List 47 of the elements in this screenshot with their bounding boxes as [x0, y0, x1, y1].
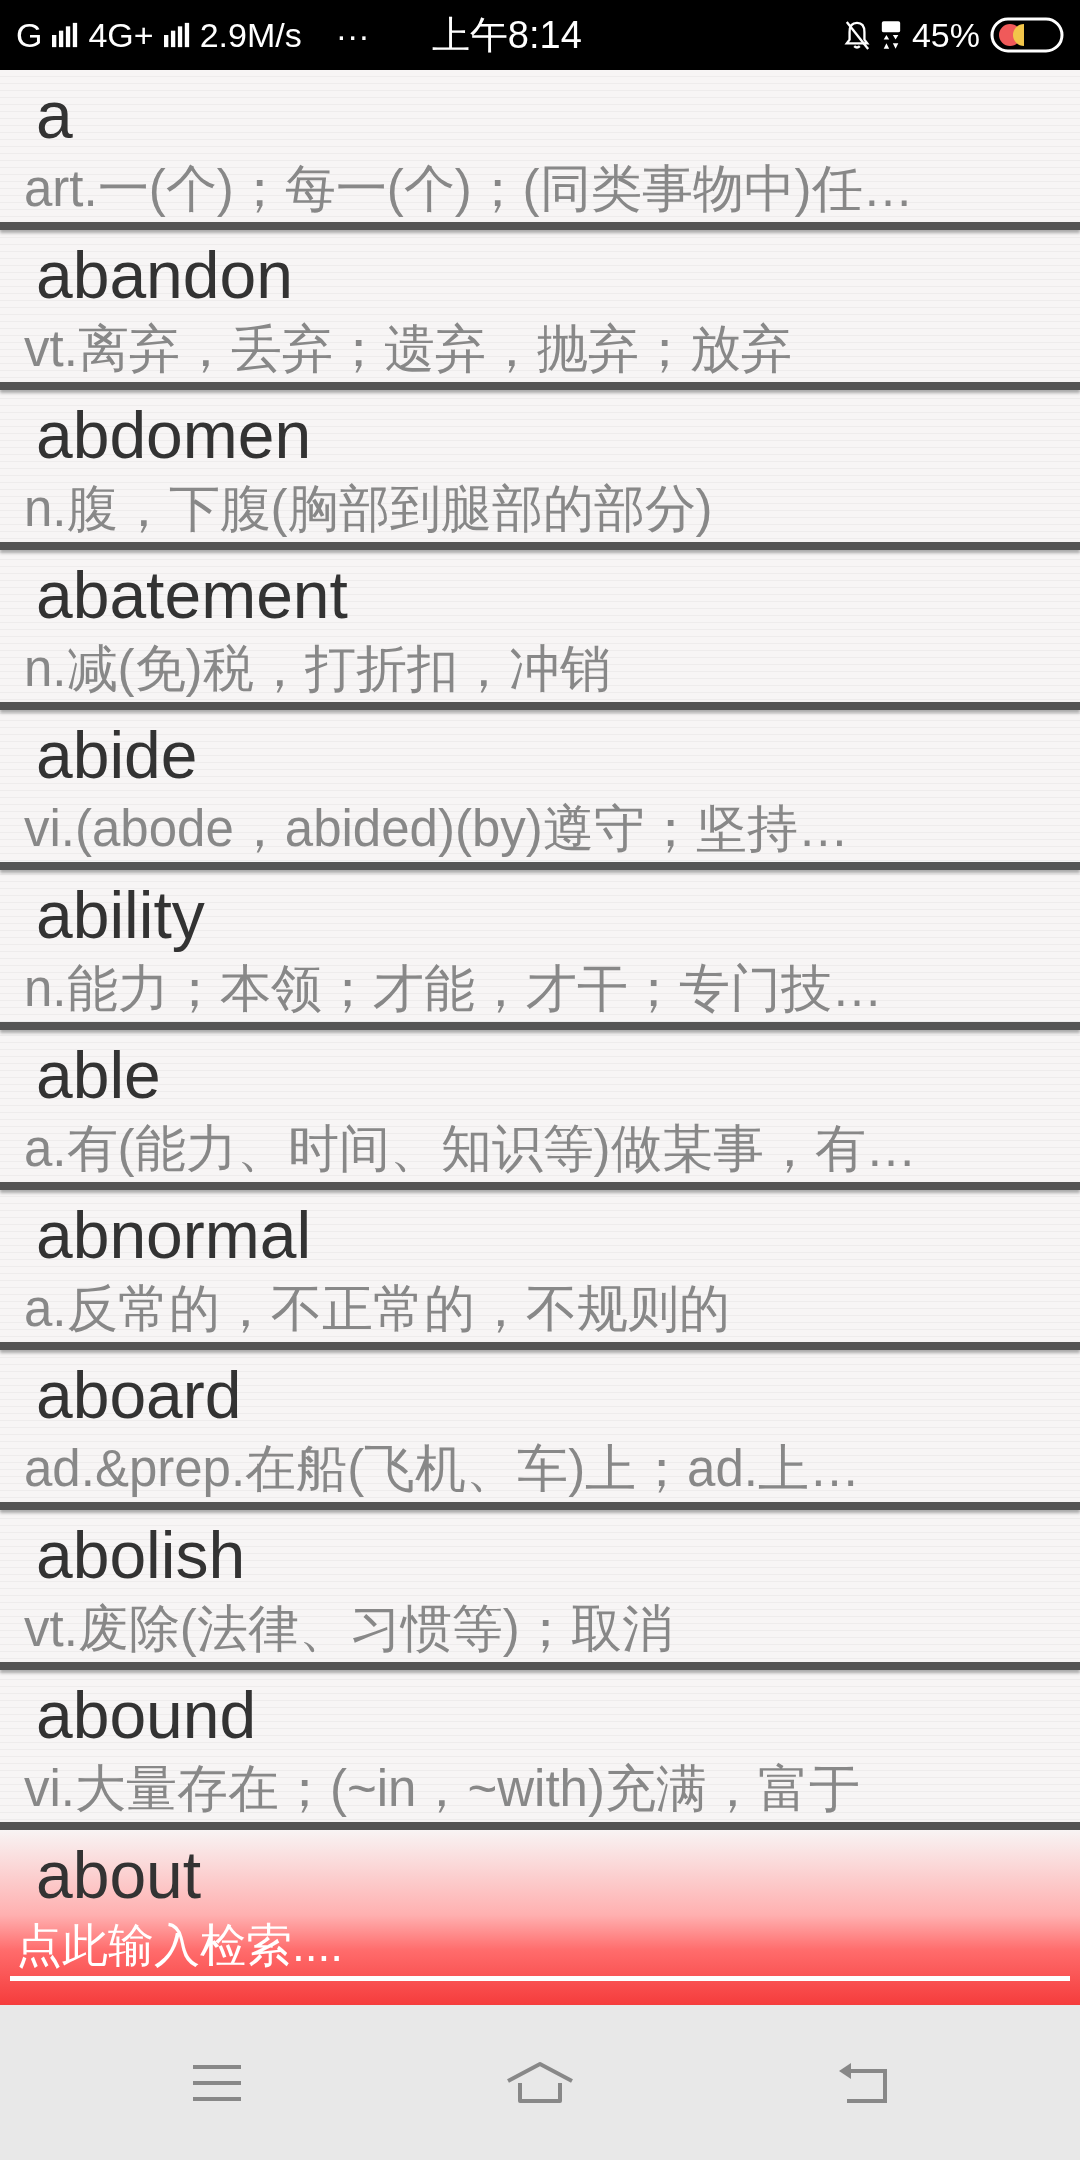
definition-text: vt.废除(法律、习惯等)；取消 [23, 1599, 674, 1659]
definition-text: vt.离弃，丢弃；遗弃，抛弃；放弃 [23, 319, 793, 379]
word-row[interactable]: able a.有(能力、时间、知识等)做某事，有… [0, 1030, 1080, 1190]
signal-icon [163, 22, 190, 48]
battery-icon [990, 17, 1064, 53]
bell-off-icon [843, 19, 870, 51]
data-arrows-icon [879, 19, 902, 51]
network-type: 4G+ [88, 15, 154, 55]
word-text: ability [35, 877, 206, 954]
word-row[interactable]: abatement n.减(免)税，打折扣，冲销 [0, 550, 1080, 710]
word-row[interactable]: abnormal a.反常的，不正常的，不规则的 [0, 1190, 1080, 1350]
word-text: abandon [35, 237, 294, 314]
word-text: abound [35, 1677, 258, 1754]
word-row[interactable]: aboard ad.&prep.在船(飞机、车)上；ad.上… [0, 1350, 1080, 1510]
back-icon[interactable] [837, 2060, 889, 2105]
word-row[interactable]: ability n.能力；本领；才能，才干；专门技… [0, 870, 1080, 1030]
definition-text: art.一(个)；每一(个)；(同类事物中)任… [23, 159, 915, 219]
word-row[interactable]: abide vi.(abode，abided)(by)遵守；坚持… [0, 710, 1080, 870]
clock: 上午8:14 [431, 12, 582, 58]
battery-level: 45% [911, 15, 980, 55]
definition-text: ad.&prep.在船(飞机、车)上；ad.上… [23, 1439, 862, 1499]
definition-text: a.有(能力、时间、知识等)做某事，有… [23, 1119, 918, 1179]
word-text: a [35, 77, 74, 154]
word-text: aboard [35, 1357, 243, 1434]
definition-text: n.能力；本领；才能，才干；专门技… [23, 959, 884, 1019]
definition-text: n.减(免)税，打折扣，冲销 [23, 639, 612, 699]
word-row[interactable]: abandon vt.离弃，丢弃；遗弃，抛弃；放弃 [0, 230, 1080, 390]
word-text: abnormal [35, 1197, 313, 1274]
word-row[interactable]: abolish vt.废除(法律、习惯等)；取消 [0, 1510, 1080, 1670]
word-row[interactable]: abdomen n.腹，下腹(胸部到腿部的部分) [0, 390, 1080, 550]
word-text: abide [35, 717, 199, 794]
word-text: about [35, 1837, 203, 1914]
word-text: abolish [35, 1517, 247, 1594]
word-text: able [35, 1037, 162, 1114]
definition-text: a.反常的，不正常的，不规则的 [23, 1279, 731, 1339]
word-text: abatement [35, 557, 349, 634]
definition-text: n.腹，下腹(胸部到腿部的部分) [23, 479, 714, 539]
more-indicator: ··· [335, 15, 370, 55]
signal-icon [52, 22, 79, 48]
definition-text: vi.大量存在；(~in，~with)充满，富于 [23, 1759, 861, 1819]
home-icon[interactable] [505, 2060, 575, 2105]
word-text: abdomen [35, 397, 313, 474]
definition-text: vi.(abode，abided)(by)遵守；坚持… [23, 799, 850, 859]
word-row[interactable]: a art.一(个)；每一(个)；(同类事物中)任… [0, 70, 1080, 230]
network-speed: 2.9M/s [199, 15, 302, 55]
search-field[interactable]: 点此输入检索.... [0, 1915, 1080, 2005]
network-type: G [16, 15, 43, 55]
